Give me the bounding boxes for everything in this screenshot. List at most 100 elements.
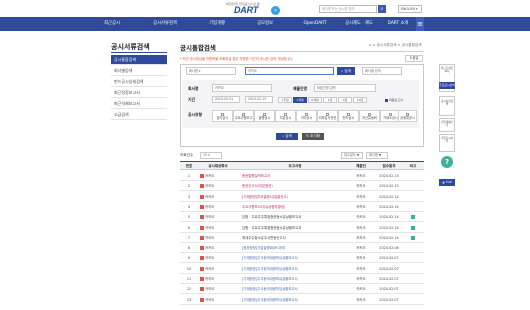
lnb-item-corrected[interactable]: 최근정정보고서 xyxy=(111,88,167,98)
gnb-item-about[interactable]: DART 소개 xyxy=(378,17,418,31)
row-report-link[interactable]: 최대주주등소유주식변동신고서 xyxy=(242,233,348,243)
row-report-link[interactable]: [기재정정]주식등의대량보유상황보고서 xyxy=(242,264,348,274)
row-report-link[interactable]: 주요사항보고서(유상증자결정) xyxy=(242,202,348,212)
help-circle-icon[interactable]: ? xyxy=(441,156,453,168)
row-company[interactable]: 카카오 xyxy=(200,253,240,263)
period-button-1m[interactable]: 1개월 xyxy=(293,97,307,103)
row-company[interactable]: 카카오 xyxy=(200,264,240,274)
row-submitter: 카카오 xyxy=(356,204,366,209)
row-submitter: 카카오 xyxy=(356,277,366,281)
row-company-name: 카카오 xyxy=(205,287,215,292)
row-report-link[interactable]: [기재정정]주식등의대량보유상황보고서 xyxy=(242,253,348,263)
gnb-item-company[interactable]: 기업개황 xyxy=(192,17,242,31)
type-checkbox-other[interactable]: 기타공시 xyxy=(296,110,317,122)
final-report-checkbox[interactable]: 최종보고서 xyxy=(385,98,403,102)
row-number: 6 xyxy=(187,225,191,230)
side-forms-link[interactable]: 기업공시서식 xyxy=(439,134,455,152)
row-company[interactable]: 카카오 xyxy=(200,171,240,181)
gnb-item-search[interactable]: 공시서류검색 xyxy=(140,17,190,31)
row-company[interactable]: 카카오 xyxy=(200,223,240,233)
row-report-link[interactable]: 임원 · 주요주주특정증권등소유상황보고서 xyxy=(242,212,348,222)
row-company[interactable]: 카카오 xyxy=(200,274,240,284)
period-button-3y[interactable]: 3년 xyxy=(338,97,352,103)
lnb-item-integrated[interactable]: 공시통합검색 xyxy=(111,55,167,65)
filter-search-button[interactable]: ⌕ 검색 xyxy=(276,133,298,140)
gnb-item-offering[interactable]: 공모정보 xyxy=(240,17,290,31)
all-menu-icon[interactable]: ≡ xyxy=(416,17,424,31)
search-query-input[interactable]: 카카오 xyxy=(245,67,334,75)
side-company-link[interactable]: 기업개황보기 xyxy=(439,118,455,132)
table-row[interactable]: 11 카카오 [기재정정]주식등의대량보유상황보고서 카카오 2024.02.07 xyxy=(180,274,424,284)
row-report-link[interactable]: 임원 · 주요주주특정증권등소유상황보고서 xyxy=(242,223,348,233)
table-row[interactable]: 5 카카오 임원 · 주요주주특정증권등소유상황보고서 카카오 2024.02.14 xyxy=(180,212,424,223)
submitter-input[interactable]: 제출인명 입력 xyxy=(314,84,376,92)
lnb-item-deleted[interactable]: 최근삭제보고서 xyxy=(111,99,167,109)
table-row[interactable]: 13 카카오 [기재정정]주식등의대량보유상황보고서 카카오 2024.02.07 xyxy=(180,295,424,305)
gnb-item-regulation[interactable]: 공시제도 · 제도 xyxy=(334,17,384,31)
type-checkbox-abs[interactable]: 자산유동화 xyxy=(359,110,380,122)
type-checkbox-major[interactable]: 주요사항보고 xyxy=(233,110,254,122)
help-button[interactable]: 도움말 xyxy=(405,55,423,62)
row-company[interactable]: 카카오 xyxy=(200,295,240,305)
row-company[interactable]: 카카오 xyxy=(200,233,240,243)
row-company[interactable]: 카카오 xyxy=(200,181,240,191)
table-row[interactable]: 8 카카오 [첨부정정]기업설명회(IR)개최 카카오 2024.02.08 xyxy=(180,243,424,254)
type-checkbox-issue[interactable]: 발행공시 xyxy=(254,110,275,122)
date-from-input[interactable]: 2024.02.01 xyxy=(212,96,240,103)
top-bar: 대한민국 전자공시시스템 DART › 회사명 또는 공시명 입력 ⌕ ENGL… xyxy=(0,0,530,17)
page-size-value: 15 xyxy=(203,153,208,157)
sort-company-select[interactable]: 회사명 ▼ xyxy=(366,152,388,159)
type-checkbox-fund[interactable]: 펀드공시 xyxy=(338,110,359,122)
table-row[interactable]: 3 카카오 [기재정정]투자설명서(일괄신고) 카카오 2024.02.14 xyxy=(180,192,424,202)
detail-search-input[interactable]: 회사별 검색 xyxy=(362,67,402,75)
period-button-10y[interactable]: 10년 xyxy=(353,97,367,103)
table-row[interactable]: 6 카카오 임원 · 주요주주특정증권등소유상황보고서 카카오 2024.02.14 xyxy=(180,223,424,233)
row-report-link[interactable]: [기재정정]주식등의대량보유상황보고서 xyxy=(242,284,348,294)
type-checkbox-ftc[interactable]: 공정위공시 xyxy=(398,110,417,122)
gnb-item-recent[interactable]: 최근공시 xyxy=(92,17,132,31)
table-row[interactable]: 2 카카오 증권신고서(지분증권) 카카오 2024.02.15 xyxy=(180,181,424,192)
table-row[interactable]: 12 카카오 [기재정정]주식등의대량보유상황보고서 카카오 2024.02.07 xyxy=(180,284,424,295)
lnb-item-advanced[interactable]: 고급검색 xyxy=(111,110,167,120)
row-report-link[interactable]: [첨부정정]기업설명회(IR)개최 xyxy=(242,243,348,253)
period-button-1w[interactable]: 1주일 xyxy=(278,97,292,103)
company-input[interactable]: 카카오 xyxy=(212,84,272,92)
global-search-input[interactable]: 회사명 또는 공시명 입력 xyxy=(319,5,377,13)
side-major-button[interactable]: 주요공시검색 xyxy=(439,82,455,89)
row-company[interactable]: 카카오 xyxy=(200,284,240,294)
table-row[interactable]: 4 카카오 주요사항보고서(유상증자결정) 카카오 2024.02.14 xyxy=(180,202,424,212)
search-button[interactable]: ⌕ 검색 xyxy=(337,67,355,75)
row-report-link[interactable]: [기재정정]주식등의대량보유상황보고서 xyxy=(242,274,348,284)
row-company[interactable]: 카카오 xyxy=(200,243,240,253)
type-checkbox-equity[interactable]: 지분공시 xyxy=(275,110,296,122)
period-button-6m[interactable]: 6개월 xyxy=(308,97,322,103)
row-report-link[interactable]: 증권신고서(지분증권) xyxy=(242,181,348,191)
row-report-link[interactable]: [기재정정]주식등의대량보유상황보고서 xyxy=(242,295,348,305)
dart-logo[interactable]: 대한민국 전자공시시스템 DART › xyxy=(226,2,302,16)
row-report-link[interactable]: [기재정정]투자설명서(일괄신고) xyxy=(242,192,348,202)
sort-date-select[interactable]: 접수일자 ▼ xyxy=(341,152,363,159)
row-report-link[interactable]: 증권발행실적보고서 xyxy=(242,171,348,181)
period-button-1y[interactable]: 1년 xyxy=(323,97,337,103)
reset-button[interactable]: ↻ 초기화 xyxy=(302,133,324,140)
table-header: 번호 공시대상회사 보고서명 제출인 접수일자 비고 xyxy=(180,161,424,170)
gnb-item-opendart[interactable]: OpenDART xyxy=(290,17,340,31)
search-scope-select[interactable]: 회사명 ▾ xyxy=(186,67,236,75)
type-checkbox-audit[interactable]: 외부감사관련 xyxy=(317,110,338,122)
side-integrated-link[interactable]: 공시통합검색 xyxy=(439,96,455,116)
table-row[interactable]: 9 카카오 [기재정정]주식등의대량보유상황보고서 카카오 2024.02.07 xyxy=(180,253,424,264)
type-checkbox-periodic[interactable]: 정기공시 xyxy=(212,110,233,122)
table-row[interactable]: 10 카카오 [기재정정]주식등의대량보유상황보고서 카카오 2024.02.07 xyxy=(180,264,424,274)
lnb-item-company[interactable]: 회사별검색 xyxy=(111,66,167,76)
page-size-select[interactable]: 15 ▾ xyxy=(200,152,222,159)
row-company[interactable]: 카카오 xyxy=(200,212,240,222)
table-row[interactable]: 7 카카오 최대주주등소유주식변동신고서 카카오 2024.02.14 xyxy=(180,233,424,243)
table-row[interactable]: 1 카카오 증권발행실적보고서 카카오 2024.02.15 xyxy=(180,171,424,181)
search-icon[interactable]: ⌕ xyxy=(378,5,386,13)
language-select[interactable]: ENGLISH ▾ xyxy=(398,5,422,13)
scroll-top-button[interactable]: ▲ TOP xyxy=(439,179,455,186)
lnb-item-fund[interactable]: 펀드공시상세검색 xyxy=(111,77,167,87)
row-company[interactable]: 카카오 xyxy=(200,192,240,202)
row-company[interactable]: 카카오 xyxy=(200,202,240,212)
date-to-input[interactable]: 2024.02.15 xyxy=(245,96,273,103)
